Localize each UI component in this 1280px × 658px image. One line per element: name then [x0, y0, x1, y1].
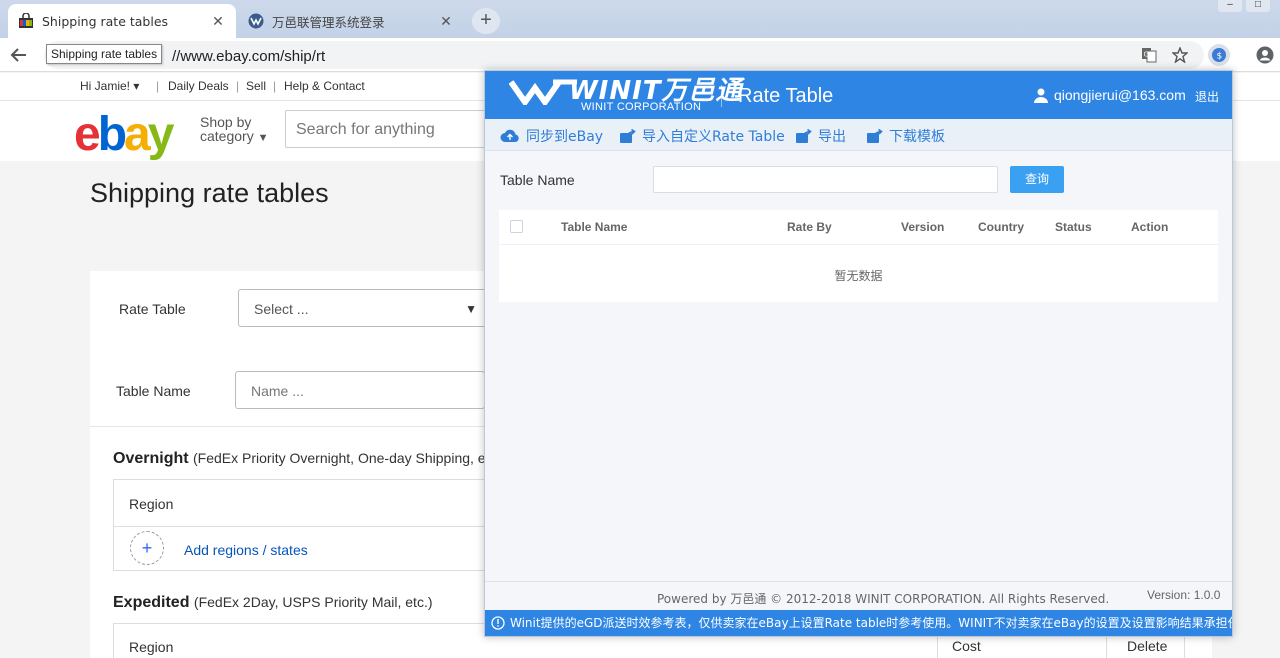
help-contact-link[interactable]: Help & Contact — [284, 79, 365, 93]
divider: | — [236, 79, 240, 93]
select-all-checkbox[interactable] — [510, 220, 523, 233]
rate-table-label: Rate Table — [119, 301, 186, 317]
winit-favicon — [248, 13, 264, 29]
column-rate-by[interactable]: Rate By — [787, 220, 832, 234]
divider — [721, 85, 722, 107]
greeting[interactable]: Hi Jamie! ▾ — [80, 79, 139, 93]
tab-winit-login[interactable]: 万邑联管理系统登录 ✕ — [238, 4, 464, 38]
winit-logo-text: WINIT万邑通 — [569, 76, 743, 106]
page-title: Shipping rate tables — [90, 178, 329, 208]
minimize-icon[interactable]: – — [1218, 0, 1242, 12]
browser-toolbar: //www.ebay.com/ship/rt — [0, 38, 1280, 72]
chevron-down-icon: ▼ — [257, 132, 269, 144]
svg-text:G: G — [1144, 51, 1149, 59]
export-share-icon — [620, 129, 636, 143]
translate-icon[interactable]: G — [1141, 47, 1157, 63]
divider — [90, 426, 490, 427]
divider — [499, 244, 1218, 245]
ebay-bag-favicon — [19, 13, 33, 28]
tab-shipping-rate-tables[interactable]: Shipping rate tables ✕ — [8, 4, 236, 38]
winit-rate-table-panel: WINIT万邑通 WINIT CORPORATION Rate Table qi… — [484, 70, 1233, 637]
version-text: Version: 1.0.0 — [1147, 588, 1221, 602]
ebay-logo[interactable]: ebay — [74, 107, 174, 162]
address-bar[interactable]: //www.ebay.com/ship/rt — [44, 41, 1204, 69]
disclaimer-bar: Winit提供的eGD派送时效参考表，仅供卖家在eBay上设置Rate tabl… — [485, 610, 1232, 636]
star-icon[interactable] — [1172, 47, 1188, 63]
delete-header: Delete — [1127, 638, 1168, 654]
rate-table-select[interactable]: Select ... ▼ — [238, 289, 488, 327]
column-status[interactable]: Status — [1055, 220, 1092, 234]
url-tooltip: Shipping rate tables — [46, 44, 163, 64]
profile-icon[interactable] — [1256, 46, 1274, 64]
caret-down-icon: ▼ — [465, 302, 477, 316]
logout-link[interactable]: 退出 — [1195, 88, 1219, 105]
table-name-input[interactable]: Name ... — [235, 371, 485, 409]
column-action[interactable]: Action — [1131, 220, 1168, 234]
cloud-upload-icon — [500, 129, 519, 142]
tab-close-icon[interactable]: ✕ — [438, 13, 454, 30]
add-region-icon[interactable]: + — [130, 531, 164, 565]
shop-by-category-button[interactable]: Shop by category ▼ — [200, 115, 268, 145]
sell-link[interactable]: Sell — [246, 79, 266, 93]
export-share-icon — [796, 129, 812, 143]
overnight-section-title: Overnight (FedEx Priority Overnight, One… — [113, 450, 501, 467]
region-header: Region — [129, 639, 174, 655]
sync-to-ebay-button[interactable]: 同步到eBay — [500, 126, 603, 146]
copyright-text: Powered by 万邑通 © 2012-2018 WINIT CORPORA… — [657, 592, 1110, 606]
divider — [485, 581, 1232, 582]
import-rate-table-button[interactable]: 导入自定义Rate Table — [620, 126, 785, 146]
table-name-label: Table Name — [116, 383, 191, 399]
empty-state-text: 暂无数据 — [834, 269, 883, 283]
query-button[interactable]: 查询 — [1010, 166, 1064, 193]
svg-text:$: $ — [1217, 52, 1223, 62]
expedited-section-title: Expedited (FedEx 2Day, USPS Priority Mai… — [113, 594, 433, 611]
column-version[interactable]: Version — [901, 220, 944, 234]
daily-deals-link[interactable]: Daily Deals — [168, 79, 229, 93]
user-icon — [1034, 88, 1048, 103]
column-table-name[interactable]: Table Name — [561, 220, 627, 234]
winit-action-bar: 同步到eBay 导入自定义Rate Table 导出 下载模板 — [485, 119, 1232, 151]
url-text: //www.ebay.com/ship/rt — [172, 48, 326, 65]
info-shield-icon — [491, 616, 505, 630]
region-header: Region — [129, 496, 174, 512]
tab-close-icon[interactable]: ✕ — [210, 13, 226, 30]
new-tab-button[interactable]: + — [472, 8, 500, 34]
browser-tab-bar: Shipping rate tables ✕ 万邑联管理系统登录 ✕ + – □ — [0, 0, 1280, 38]
rate-table-list: Table Name Rate By Version Country Statu… — [499, 210, 1218, 302]
export-share-icon — [867, 129, 883, 143]
divider: | — [273, 79, 277, 93]
maximize-icon[interactable]: □ — [1246, 0, 1270, 12]
overnight-region-table: Region — [113, 479, 513, 571]
download-template-button[interactable]: 下载模板 — [867, 126, 945, 146]
column-country[interactable]: Country — [978, 220, 1024, 234]
winit-logo-subtext: WINIT CORPORATION — [581, 101, 702, 113]
extension-icon[interactable]: $ — [1207, 43, 1231, 67]
divider: | — [156, 79, 160, 93]
cost-header: Cost — [952, 638, 981, 654]
winit-title: Rate Table — [738, 85, 834, 107]
user-account[interactable]: qiongjierui@163.com — [1034, 87, 1186, 103]
table-name-filter-label: Table Name — [500, 172, 575, 188]
export-button[interactable]: 导出 — [796, 126, 846, 146]
table-name-filter-input[interactable] — [653, 166, 998, 193]
add-regions-link[interactable]: Add regions / states — [184, 542, 308, 558]
tab-title: Shipping rate tables — [42, 13, 169, 29]
winit-header: WINIT万邑通 WINIT CORPORATION Rate Table qi… — [485, 71, 1232, 119]
back-arrow-icon[interactable] — [10, 46, 28, 64]
tab-title: 万邑联管理系统登录 — [272, 14, 385, 30]
